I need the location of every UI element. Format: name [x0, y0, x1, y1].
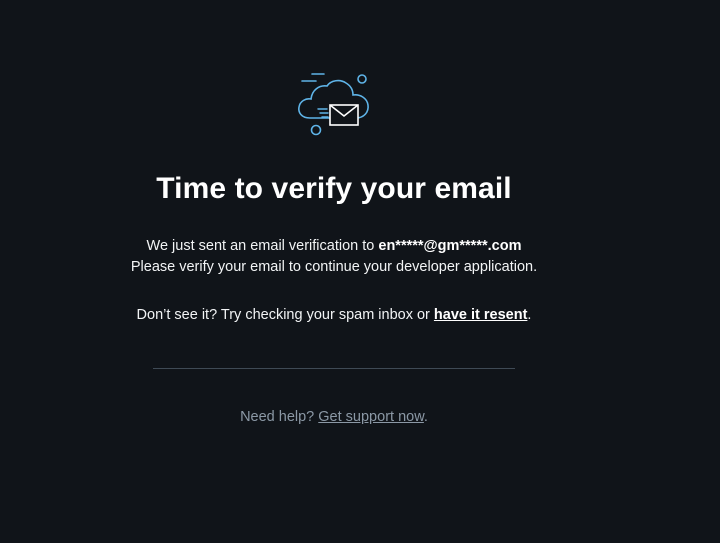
- divider: [153, 368, 515, 369]
- help-suffix: .: [423, 409, 428, 425]
- cloud-mail-icon: [296, 70, 376, 140]
- verify-email-page: Time to verify your email We just sent a…: [0, 0, 720, 543]
- email-sent-text: We just sent an email verification to: [146, 238, 379, 254]
- masked-email: en*****@gm*****.com: [378, 238, 522, 254]
- get-support-link[interactable]: Get support now: [318, 409, 424, 425]
- spam-hint-text: Don’t see it? Try checking your spam inb…: [136, 307, 434, 323]
- resend-email-link[interactable]: have it resent: [434, 307, 528, 323]
- spam-hint-suffix: .: [527, 307, 532, 323]
- help-message: Need help? Get support now.: [0, 407, 668, 427]
- continue-message: Please verify your email to continue you…: [130, 259, 538, 275]
- email-sent-message: We just sent an email verification to en…: [0, 236, 668, 256]
- help-prefix: Need help?: [240, 409, 319, 425]
- page-title: Time to verify your email: [156, 172, 512, 205]
- spam-hint-message: Don’t see it? Try checking your spam inb…: [0, 305, 668, 325]
